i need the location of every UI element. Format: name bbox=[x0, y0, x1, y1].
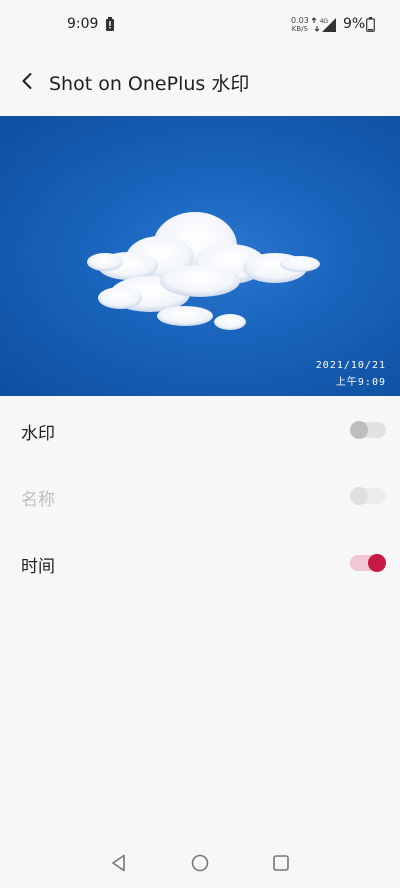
square-recents-icon[interactable] bbox=[270, 852, 292, 874]
net-speed: 0.03 KB/S bbox=[291, 16, 309, 34]
setting-label-time: 时间 bbox=[21, 557, 55, 577]
status-bar: 9:09 0.03 KB/S 4G 9% bbox=[0, 0, 400, 50]
battery-alert-icon bbox=[106, 17, 114, 31]
watermark-preview-image: 2021/10/21 上午9:09 bbox=[0, 116, 400, 396]
setting-label-watermark: 水印 bbox=[21, 424, 55, 444]
signal-icon: 4G bbox=[312, 17, 336, 32]
setting-label-name: 名称 bbox=[21, 490, 55, 510]
setting-row-time[interactable]: 时间 bbox=[0, 530, 400, 596]
name-toggle bbox=[350, 486, 386, 506]
toggle-thumb bbox=[350, 487, 368, 505]
toggle-thumb bbox=[350, 421, 368, 439]
cloud-image bbox=[87, 212, 320, 330]
triangle-back-icon[interactable] bbox=[108, 852, 130, 874]
watermark-time: 上午9:09 bbox=[335, 377, 386, 388]
network-type: 4G bbox=[320, 19, 328, 25]
setting-row-name: 名称 bbox=[0, 463, 400, 529]
watermark-date: 2021/10/21 bbox=[315, 360, 386, 371]
toggle-thumb bbox=[368, 554, 386, 572]
watermark-toggle[interactable] bbox=[350, 420, 386, 440]
time-toggle[interactable] bbox=[350, 553, 386, 573]
page-title: Shot on OnePlus 水印 bbox=[49, 73, 250, 95]
circle-home-icon[interactable] bbox=[189, 852, 211, 874]
setting-row-watermark[interactable]: 水印 bbox=[0, 397, 400, 463]
status-time: 9:09 bbox=[67, 16, 99, 32]
battery-percent: 9% bbox=[343, 16, 366, 32]
battery-icon bbox=[366, 17, 375, 32]
net-speed-value: 0.03 bbox=[291, 16, 309, 25]
system-nav-bar bbox=[0, 838, 400, 888]
back-arrow-icon[interactable] bbox=[16, 69, 40, 93]
net-speed-unit: KB/S bbox=[291, 25, 308, 33]
app-header: Shot on OnePlus 水印 bbox=[0, 55, 400, 109]
